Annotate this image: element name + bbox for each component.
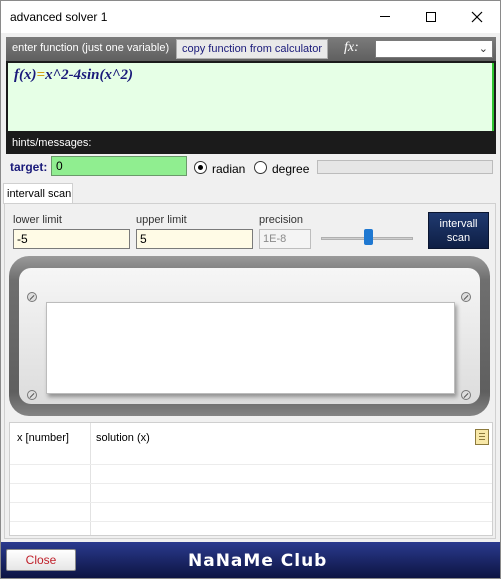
display-screen: [46, 302, 455, 394]
function-panel: enter function (just one variable) copy …: [6, 37, 496, 154]
function-input[interactable]: f(x)=x^2-4sin(x^2): [8, 63, 494, 131]
function-header: enter function (just one variable) copy …: [6, 37, 496, 61]
screw-icon: [461, 292, 471, 302]
results-table: x [number] solution (x): [9, 422, 493, 536]
precision-input[interactable]: 1E-8: [259, 229, 311, 249]
fx-dropdown[interactable]: ⌄: [375, 40, 493, 58]
window-title: advanced solver 1: [10, 10, 108, 24]
row-divider: [10, 502, 492, 503]
column-header-solution: solution (x): [96, 432, 150, 444]
copy-function-button[interactable]: copy function from calculator: [176, 39, 328, 59]
scan-button-line2: scan: [446, 232, 471, 244]
hints-bar: hints/messages:: [6, 133, 496, 154]
function-header-label: enter function (just one variable): [12, 42, 170, 54]
target-label: target:: [10, 160, 47, 174]
brand-logo: NaNaMe Club: [188, 551, 328, 571]
maximize-icon: [426, 11, 436, 22]
maximize-button[interactable]: [408, 1, 454, 32]
lower-limit-label: lower limit: [13, 214, 62, 226]
column-divider: [90, 423, 91, 535]
precision-slider-thumb[interactable]: [364, 229, 373, 245]
footer-bar: Close NaNaMe Club: [1, 542, 500, 578]
progress-bar: [317, 160, 493, 174]
close-icon: [471, 11, 483, 22]
function-equals: =: [36, 67, 46, 83]
column-header-x: x [number]: [17, 432, 69, 444]
row-divider: [10, 483, 492, 484]
upper-limit-label: upper limit: [136, 214, 187, 226]
target-label-text: target: [10, 160, 44, 174]
target-label-colon: :: [43, 160, 48, 174]
screw-icon: [461, 390, 471, 400]
precision-label: precision: [259, 214, 304, 226]
lower-limit-input[interactable]: -5: [13, 229, 130, 249]
row-divider: [10, 464, 492, 465]
copy-results-icon[interactable]: [475, 429, 489, 445]
close-button[interactable]: Close: [6, 549, 76, 571]
title-bar[interactable]: advanced solver 1: [1, 1, 500, 33]
function-lhs: f(x): [14, 67, 37, 83]
minimize-button[interactable]: [362, 1, 408, 32]
upper-limit-input[interactable]: 5: [136, 229, 253, 249]
display-frame: [9, 256, 490, 416]
radian-radio[interactable]: [194, 161, 207, 174]
function-rhs: x^2-4sin(x^2): [45, 67, 133, 83]
fx-label: fx:: [344, 40, 359, 55]
degree-radio[interactable]: [254, 161, 267, 174]
row-divider: [10, 521, 492, 522]
intervall-scan-button[interactable]: intervall scan: [428, 212, 489, 249]
scan-button-line1: intervall: [439, 218, 478, 230]
close-window-button[interactable]: [454, 1, 500, 32]
tab-intervall-scan[interactable]: intervall scan: [3, 183, 73, 204]
degree-label: degree: [272, 162, 310, 176]
chevron-down-icon: ⌄: [478, 43, 488, 55]
target-input[interactable]: 0: [51, 156, 187, 176]
minimize-icon: [380, 16, 390, 17]
hints-label: hints/messages:: [12, 137, 92, 149]
solver-window: advanced solver 1 enter function (just o…: [0, 0, 501, 579]
radian-label: radian: [212, 162, 246, 176]
screw-icon: [27, 390, 37, 400]
function-expression: f(x)=x^2-4sin(x^2): [14, 67, 133, 84]
screw-icon: [27, 292, 37, 302]
